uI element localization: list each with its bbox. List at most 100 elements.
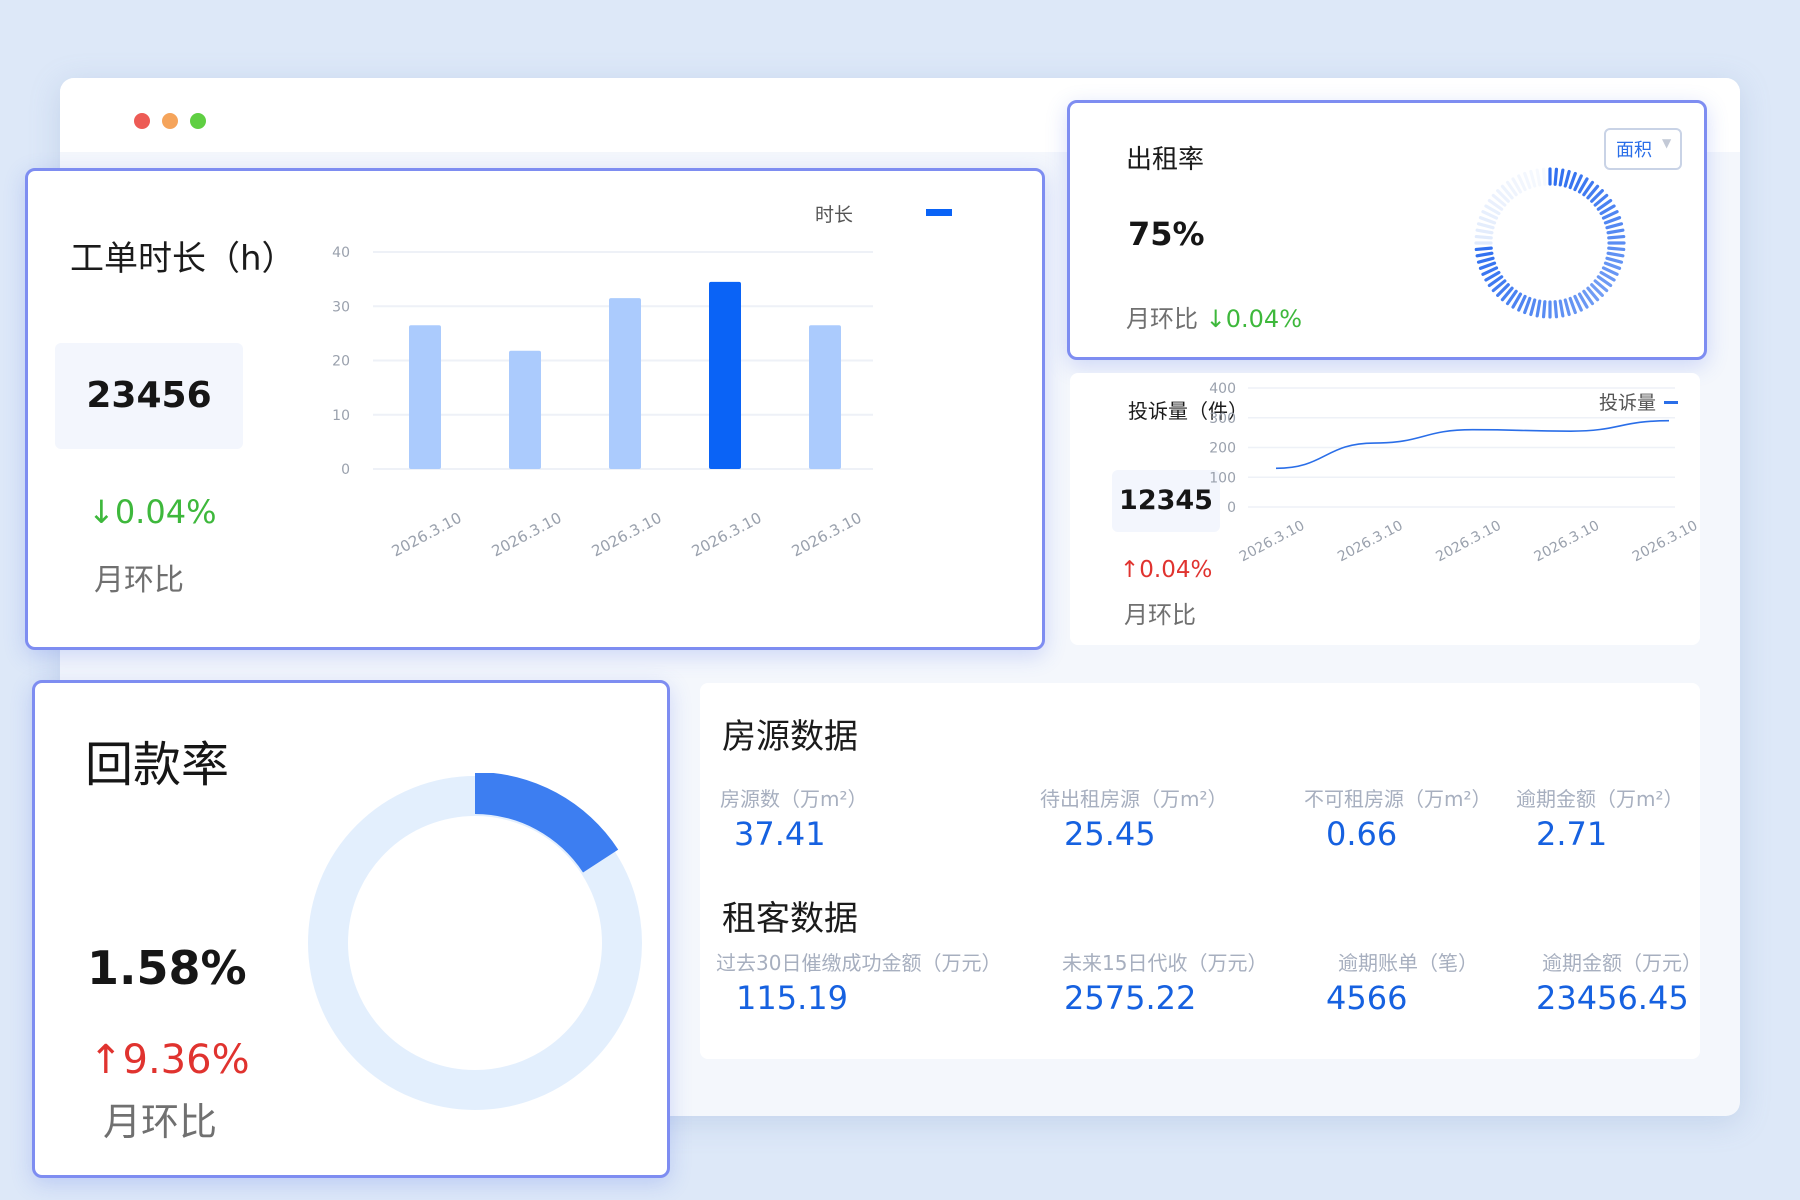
- gauge-tick: [1476, 222, 1495, 230]
- gauge-tick: [1607, 246, 1626, 252]
- gauge-tick: [1478, 216, 1497, 225]
- work-order-bar-chart: 时长 0 10 20 30 40 2026.3.10 2026.3.10 2026.3.10 2…: [332, 204, 952, 561]
- close-dot[interactable]: [134, 113, 150, 129]
- gauge-tick: [1541, 300, 1547, 319]
- area-select[interactable]: 面积 ▼: [1604, 128, 1682, 170]
- tenant-label-1: 过去30日催缴成功金额（万元）: [716, 951, 1002, 975]
- data-card: 房源数据 房源数（万m²） 待出租房源（万m²） 不可租房源（万m²） 逾期金额…: [700, 683, 1702, 1059]
- bar: [709, 281, 741, 469]
- property-value-3: 0.66: [1326, 815, 1398, 853]
- gauge-tick: [1478, 261, 1497, 270]
- occupancy-change: 月环比 ↓0.04%: [1126, 299, 1302, 334]
- collection-change: ↑9.36%: [89, 1037, 250, 1083]
- gauge-tick: [1541, 167, 1547, 186]
- x-tick-label: 2026.3.10: [389, 509, 465, 561]
- gauge-tick: [1605, 222, 1624, 230]
- maximize-dot[interactable]: [190, 113, 206, 129]
- tenant-value-1: 115.19: [736, 979, 848, 1017]
- collection-title: 回款率: [85, 737, 230, 793]
- gauge-tick: [1603, 261, 1622, 270]
- gauge-tick: [1535, 299, 1542, 318]
- gauge-tick: [1475, 251, 1494, 258]
- gauge-tick: [1603, 216, 1622, 225]
- up-arrow-icon: ↑: [89, 1037, 123, 1083]
- property-title: 房源数据: [722, 717, 858, 757]
- gauge-tick: [1606, 251, 1625, 258]
- property-label-3: 不可租房源（万m²）: [1304, 787, 1492, 811]
- area-select-label: 面积: [1616, 140, 1652, 161]
- gauge-tick: [1476, 256, 1495, 264]
- donut-fill: [475, 773, 619, 873]
- gauge-tick: [1568, 171, 1577, 190]
- x-tick-label: 2026.3.10: [489, 509, 565, 561]
- occupancy-change-label: 月环比: [1126, 305, 1198, 333]
- occupancy-title: 出租率: [1126, 145, 1205, 175]
- gauge-tick: [1606, 228, 1625, 235]
- gauge-tick: [1535, 168, 1542, 187]
- occupancy-gauge: [1474, 167, 1626, 319]
- gauge-tick: [1529, 298, 1537, 317]
- gauge-tick: [1607, 234, 1626, 240]
- x-tick-label: 2026.3.10: [1335, 518, 1405, 566]
- legend-swatch: [926, 209, 952, 216]
- gauge-tick: [1474, 246, 1493, 252]
- y-tick-label: 20: [332, 354, 350, 370]
- gauge-tick: [1568, 296, 1577, 315]
- series-line: [1275, 419, 1670, 470]
- gauge-tick: [1553, 300, 1559, 319]
- collection-change-label: 月环比: [103, 1100, 218, 1144]
- tenant-label-4: 逾期金额（万元）: [1542, 951, 1702, 975]
- gauge-tick: [1563, 169, 1571, 188]
- property-value-1: 37.41: [734, 815, 826, 853]
- tenant-value-2: 2575.22: [1064, 979, 1197, 1017]
- bar: [609, 298, 641, 469]
- complaints-line-chart: 投诉量 0 100 200 300 400 2026.3.10 2026.3.10 2026.…: [1209, 381, 1700, 566]
- y-tick-label: 200: [1209, 441, 1236, 457]
- y-tick-label: 40: [332, 245, 350, 261]
- tenant-label-2: 未来15日代收（万元）: [1062, 951, 1268, 975]
- y-tick-label: 0: [1227, 500, 1236, 516]
- y-tick-label: 0: [341, 462, 350, 478]
- collection-donut: [308, 773, 642, 1110]
- tenant-value-4: 23456.45: [1536, 979, 1689, 1017]
- y-tick-label: 30: [332, 299, 350, 315]
- complaints-card: 投诉量（件） 12345 ↑0.04% 月环比 投诉量 0 100 200 300 40…: [1070, 373, 1700, 645]
- gauge-tick: [1529, 169, 1537, 188]
- gauge-tick: [1523, 296, 1532, 315]
- down-arrow-icon: ↓: [1205, 305, 1226, 333]
- collection-change-value: 9.36%: [122, 1037, 250, 1083]
- x-tick-label: 2026.3.10: [789, 509, 865, 561]
- x-tick-label: 2026.3.10: [589, 509, 665, 561]
- occupancy-change-value: 0.04%: [1225, 305, 1302, 333]
- tenant-label-3: 逾期账单（笔）: [1338, 951, 1478, 975]
- work-order-card: 工单时长（h） 23456 ↓0.04% 月环比 时长 0 10 20 30 40 202…: [25, 168, 1045, 650]
- tenant-value-3: 4566: [1326, 979, 1408, 1017]
- gauge-tick: [1553, 167, 1559, 186]
- bar: [809, 325, 841, 469]
- x-tick-label: 2026.3.10: [1532, 518, 1602, 566]
- y-tick-label: 400: [1209, 381, 1236, 397]
- gauge-tick: [1523, 171, 1532, 190]
- y-tick-label: 300: [1209, 411, 1236, 427]
- collection-card: 回款率 1.58% ↑9.36% 月环比: [32, 680, 670, 1178]
- gauge-tick: [1558, 168, 1565, 187]
- x-tick-label: 2026.3.10: [1630, 518, 1700, 566]
- occupancy-value: 75%: [1128, 215, 1205, 253]
- minimize-dot[interactable]: [162, 113, 178, 129]
- gauge-tick: [1563, 298, 1571, 317]
- property-value-4: 2.71: [1536, 815, 1608, 853]
- bar: [409, 325, 441, 469]
- property-label-4: 逾期金额（万m²）: [1516, 787, 1684, 811]
- legend-label: 投诉量: [1599, 392, 1656, 414]
- property-label-2: 待出租房源（万m²）: [1040, 787, 1228, 811]
- legend-swatch: [1664, 401, 1678, 404]
- legend-label: 时长: [815, 204, 853, 226]
- x-tick-label: 2026.3.10: [1433, 518, 1503, 566]
- x-tick-label: 2026.3.10: [689, 509, 765, 561]
- y-tick-label: 10: [332, 408, 350, 424]
- x-tick-label: 2026.3.10: [1237, 518, 1307, 566]
- collection-value: 1.58%: [87, 941, 247, 995]
- gauge-tick: [1474, 234, 1493, 240]
- chevron-down-icon: ▼: [1662, 136, 1672, 150]
- gauge-tick: [1558, 299, 1565, 318]
